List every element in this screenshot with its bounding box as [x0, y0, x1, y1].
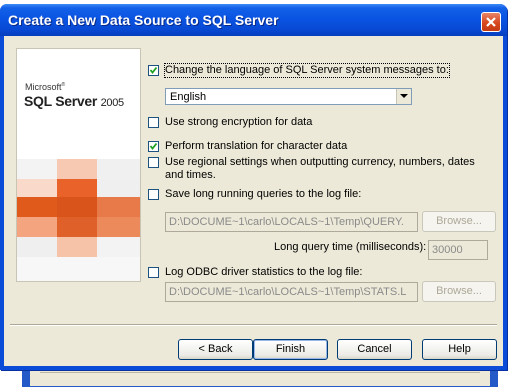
dialog-window: Create a New Data Source to SQL Server M…	[0, 4, 507, 370]
regional-label[interactable]: Use regional settings when outputting cu…	[165, 156, 494, 182]
dialog-divider	[10, 324, 497, 326]
strong-encryption-row: Use strong encryption for data	[148, 116, 312, 129]
cancel-button[interactable]: Cancel	[337, 339, 412, 360]
query-log-path-input[interactable]: D:\DOCUME~1\carlo\LOCALS~1\Temp\QUERY.	[165, 212, 418, 232]
product-banner: Microsoft® SQL Server 2005	[16, 48, 141, 282]
translation-checkbox[interactable]	[148, 141, 159, 152]
title-bar[interactable]: Create a New Data Source to SQL Server	[0, 4, 507, 36]
change-language-row: Change the language of SQL Server system…	[148, 63, 450, 78]
chevron-down-icon	[400, 94, 408, 98]
banner-tiles-graphic	[17, 159, 140, 281]
window-title: Create a New Data Source to SQL Server	[8, 12, 279, 28]
change-language-label[interactable]: Change the language of SQL Server system…	[164, 63, 450, 78]
odbc-stats-label[interactable]: Log ODBC driver statistics to the log fi…	[165, 266, 362, 279]
long-queries-label[interactable]: Save long running queries to the log fil…	[165, 188, 361, 201]
browse-stats-log-button[interactable]: Browse...	[422, 281, 496, 302]
language-select[interactable]: English	[165, 88, 412, 105]
change-language-checkbox[interactable]	[148, 65, 159, 76]
long-query-time-label: Long query time (milliseconds):	[274, 241, 427, 253]
odbc-stats-row: Log ODBC driver statistics to the log fi…	[148, 266, 362, 279]
brand-product: SQL Server 2005	[24, 93, 124, 109]
language-select-value: English	[170, 91, 207, 103]
close-button[interactable]	[481, 12, 501, 32]
long-queries-checkbox[interactable]	[148, 189, 159, 200]
translation-row: Perform translation for character data	[148, 140, 347, 153]
brand-company: Microsoft®	[25, 82, 66, 92]
strong-encryption-label[interactable]: Use strong encryption for data	[165, 116, 312, 129]
strong-encryption-checkbox[interactable]	[148, 117, 159, 128]
regional-checkbox[interactable]	[148, 157, 159, 168]
translation-label[interactable]: Perform translation for character data	[165, 140, 347, 153]
finish-button[interactable]: Finish	[253, 339, 328, 360]
background-divider	[40, 372, 480, 373]
back-button[interactable]: < Back	[178, 339, 253, 360]
regional-row: Use regional settings when outputting cu…	[148, 156, 494, 182]
language-dropdown-button[interactable]	[396, 89, 411, 104]
long-queries-row: Save long running queries to the log fil…	[148, 188, 361, 201]
help-button[interactable]: Help	[422, 339, 497, 360]
dialog-body: Microsoft® SQL Server 2005 Change the la…	[4, 36, 503, 366]
long-query-time-input[interactable]: 30000	[428, 240, 488, 260]
browse-query-log-button[interactable]: Browse...	[422, 211, 496, 232]
odbc-stats-checkbox[interactable]	[148, 267, 159, 278]
stats-log-path-input[interactable]: D:\DOCUME~1\carlo\LOCALS~1\Temp\STATS.L	[165, 282, 418, 302]
